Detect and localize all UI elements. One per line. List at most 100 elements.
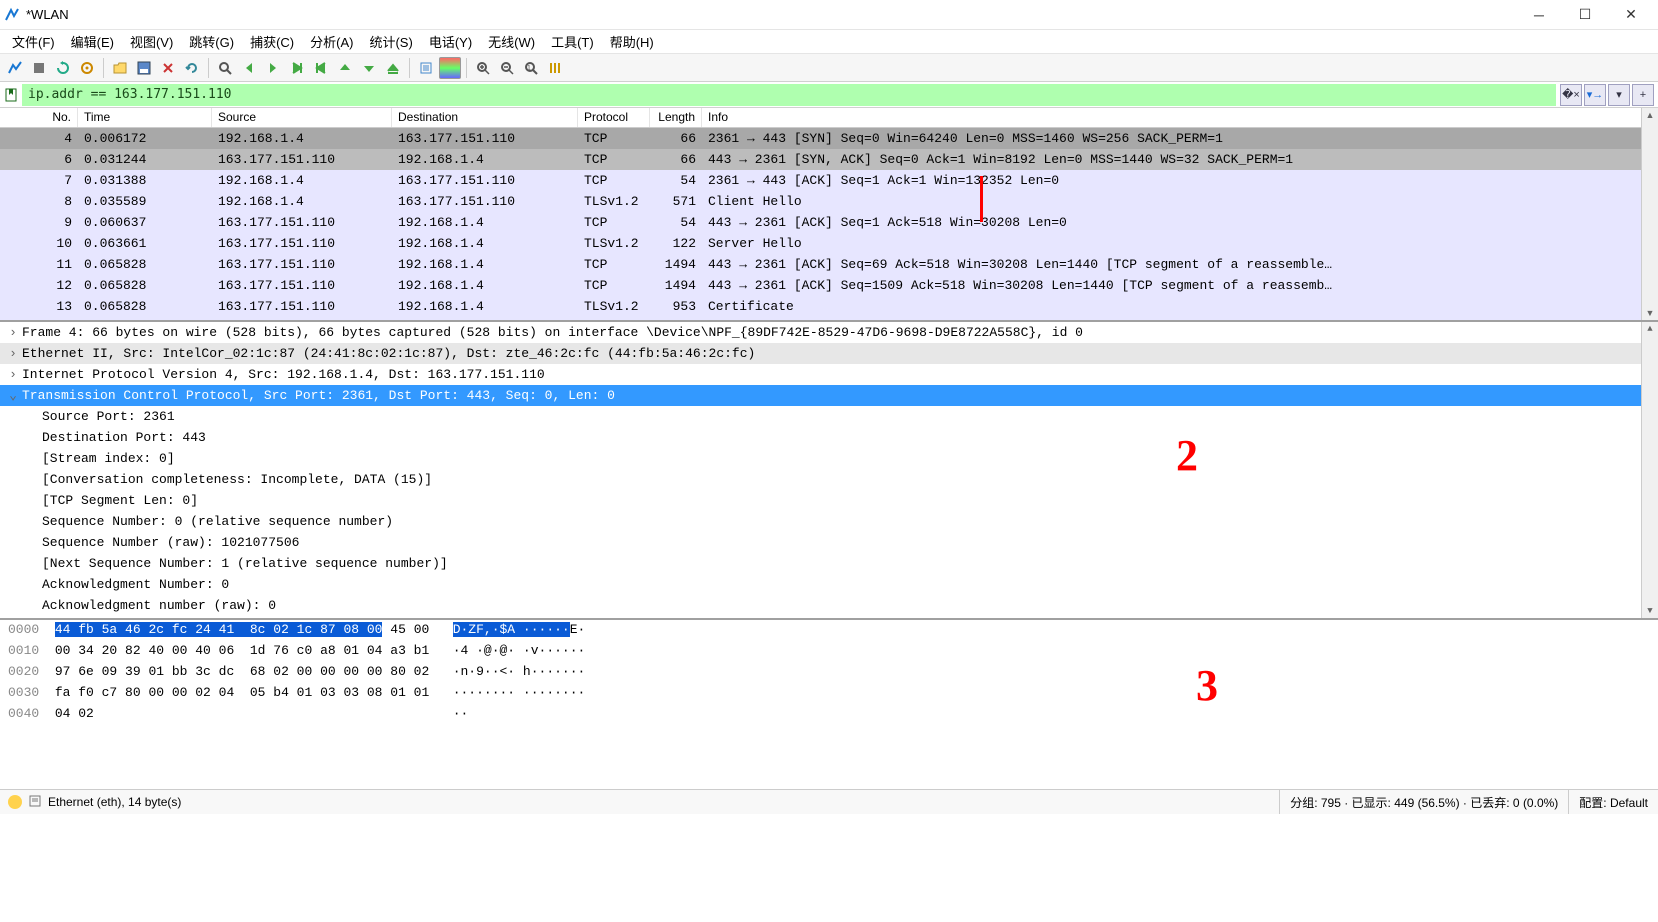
column-no[interactable]: No. — [0, 108, 78, 127]
menu-view[interactable]: 视图(V) — [124, 30, 179, 53]
go-forward-icon[interactable] — [262, 57, 284, 79]
menu-capture[interactable]: 捕获(C) — [244, 30, 300, 53]
expert-info-icon[interactable] — [8, 795, 22, 809]
menu-stats[interactable]: 统计(S) — [363, 30, 418, 53]
status-profile[interactable]: 配置: Default — [1568, 790, 1658, 814]
zoom-reset-icon[interactable]: 1 — [520, 57, 542, 79]
go-back-icon[interactable] — [238, 57, 260, 79]
display-filter-bar: �× ▾→ ▾ + — [0, 82, 1658, 108]
packet-row[interactable]: 90.060637163.177.151.110192.168.1.4TCP54… — [0, 212, 1658, 233]
separator — [208, 58, 209, 78]
close-file-icon[interactable] — [157, 57, 179, 79]
start-capture-icon[interactable] — [4, 57, 26, 79]
packet-list-body[interactable]: 40.006172192.168.1.4163.177.151.110TCP66… — [0, 128, 1658, 320]
filter-apply-icon[interactable]: ▾→ — [1584, 84, 1606, 106]
find-icon[interactable] — [214, 57, 236, 79]
column-time[interactable]: Time — [78, 108, 212, 127]
go-to-packet-icon[interactable] — [286, 57, 308, 79]
packet-row[interactable]: 40.006172192.168.1.4163.177.151.110TCP66… — [0, 128, 1658, 149]
packet-bytes-pane[interactable]: 0000 44 fb 5a 46 2c fc 24 41 8c 02 1c 87… — [0, 620, 1658, 789]
restart-capture-icon[interactable] — [52, 57, 74, 79]
capture-options-icon[interactable] — [76, 57, 98, 79]
packet-details-pane[interactable]: ›Frame 4: 66 bytes on wire (528 bits), 6… — [0, 322, 1658, 620]
maximize-button[interactable]: ☐ — [1562, 0, 1608, 30]
packet-row[interactable]: 120.065828163.177.151.110192.168.1.4TCP1… — [0, 275, 1658, 296]
separator — [409, 58, 410, 78]
separator — [103, 58, 104, 78]
toolbar: 1 — [0, 54, 1658, 82]
detail-completeness: [Conversation completeness: Incomplete, … — [0, 469, 1641, 490]
scrollbar[interactable]: ▲▼ — [1641, 322, 1658, 618]
column-info[interactable]: Info — [702, 108, 1658, 127]
go-last-icon[interactable] — [382, 57, 404, 79]
packet-row[interactable]: 130.065828163.177.151.110192.168.1.4TLSv… — [0, 296, 1658, 317]
detail-srcport: Source Port: 2361 — [0, 406, 1641, 427]
menu-wireless[interactable]: 无线(W) — [482, 30, 541, 53]
packet-list-pane: No. Time Source Destination Protocol Len… — [0, 108, 1658, 322]
detail-nextseq: [Next Sequence Number: 1 (relative seque… — [0, 553, 1641, 574]
expand-icon[interactable]: › — [6, 346, 20, 361]
open-file-icon[interactable] — [109, 57, 131, 79]
auto-scroll-icon[interactable] — [415, 57, 437, 79]
display-filter-input[interactable] — [22, 84, 1556, 106]
status-left: Ethernet (eth), 14 byte(s) — [48, 795, 181, 809]
save-file-icon[interactable] — [133, 57, 155, 79]
expand-icon[interactable]: › — [6, 367, 20, 382]
packet-row[interactable]: 100.063661163.177.151.110192.168.1.4TLSv… — [0, 233, 1658, 254]
go-first-icon[interactable] — [310, 57, 332, 79]
expand-icon[interactable]: › — [6, 325, 20, 340]
zoom-in-icon[interactable] — [472, 57, 494, 79]
detail-ip: ›Internet Protocol Version 4, Src: 192.1… — [0, 364, 1641, 385]
separator — [466, 58, 467, 78]
app-icon — [4, 7, 20, 23]
capture-file-icon[interactable] — [28, 794, 42, 811]
packet-row[interactable]: 110.065828163.177.151.110192.168.1.4TCP1… — [0, 254, 1658, 275]
filter-clear-icon[interactable]: �× — [1560, 84, 1582, 106]
column-protocol[interactable]: Protocol — [578, 108, 650, 127]
go-up-icon[interactable] — [334, 57, 356, 79]
menu-file[interactable]: 文件(F) — [6, 30, 61, 53]
colorize-icon[interactable] — [439, 57, 461, 79]
menu-telephony[interactable]: 电话(Y) — [423, 30, 478, 53]
detail-dstport: Destination Port: 443 — [0, 427, 1641, 448]
status-bar: Ethernet (eth), 14 byte(s) 分组: 795 · 已显示… — [0, 789, 1658, 814]
go-down-icon[interactable] — [358, 57, 380, 79]
scrollbar[interactable]: ▲▼ — [1641, 108, 1658, 320]
packet-row[interactable]: 70.031388192.168.1.4163.177.151.110TCP54… — [0, 170, 1658, 191]
minimize-button[interactable]: ─ — [1516, 0, 1562, 30]
filter-bookmark-icon[interactable] — [0, 84, 22, 106]
detail-ack-raw: Acknowledgment number (raw): 0 — [0, 595, 1641, 616]
menu-tools[interactable]: 工具(T) — [545, 30, 600, 53]
detail-eth: ›Ethernet II, Src: IntelCor_02:1c:87 (24… — [0, 343, 1641, 364]
packet-list-header: No. Time Source Destination Protocol Len… — [0, 108, 1658, 128]
column-destination[interactable]: Destination — [392, 108, 578, 127]
menu-analyze[interactable]: 分析(A) — [304, 30, 359, 53]
detail-ack: Acknowledgment Number: 0 — [0, 574, 1641, 595]
filter-history-icon[interactable]: ▾ — [1608, 84, 1630, 106]
stop-capture-icon[interactable] — [28, 57, 50, 79]
packet-row[interactable]: 80.035589192.168.1.4163.177.151.110TLSv1… — [0, 191, 1658, 212]
menu-go[interactable]: 跳转(G) — [183, 30, 240, 53]
packet-row[interactable]: 140.065874192.168.1.4163.177.151.110TCP5… — [0, 317, 1658, 320]
menu-edit[interactable]: 编辑(E) — [65, 30, 120, 53]
filter-add-icon[interactable]: + — [1632, 84, 1654, 106]
detail-seglen: [TCP Segment Len: 0] — [0, 490, 1641, 511]
close-button[interactable]: ✕ — [1608, 0, 1654, 30]
status-stats: 分组: 795 · 已显示: 449 (56.5%) · 已丢弃: 0 (0.0… — [1279, 790, 1568, 814]
window-title: *WLAN — [26, 7, 1516, 22]
resize-columns-icon[interactable] — [544, 57, 566, 79]
title-bar: *WLAN ─ ☐ ✕ — [0, 0, 1658, 30]
menu-help[interactable]: 帮助(H) — [604, 30, 660, 53]
column-source[interactable]: Source — [212, 108, 392, 127]
zoom-out-icon[interactable] — [496, 57, 518, 79]
detail-seqnum: Sequence Number: 0 (relative sequence nu… — [0, 511, 1641, 532]
column-length[interactable]: Length — [650, 108, 702, 127]
packet-row[interactable]: 60.031244163.177.151.110192.168.1.4TCP66… — [0, 149, 1658, 170]
detail-stream: [Stream index: 0] — [0, 448, 1641, 469]
reload-icon[interactable] — [181, 57, 203, 79]
annotation-redbar — [980, 176, 983, 222]
detail-frame: ›Frame 4: 66 bytes on wire (528 bits), 6… — [0, 322, 1641, 343]
detail-tcp: ⌄Transmission Control Protocol, Src Port… — [0, 385, 1641, 406]
detail-seqnum-raw: Sequence Number (raw): 1021077506 — [0, 532, 1641, 553]
collapse-icon[interactable]: ⌄ — [6, 388, 20, 403]
